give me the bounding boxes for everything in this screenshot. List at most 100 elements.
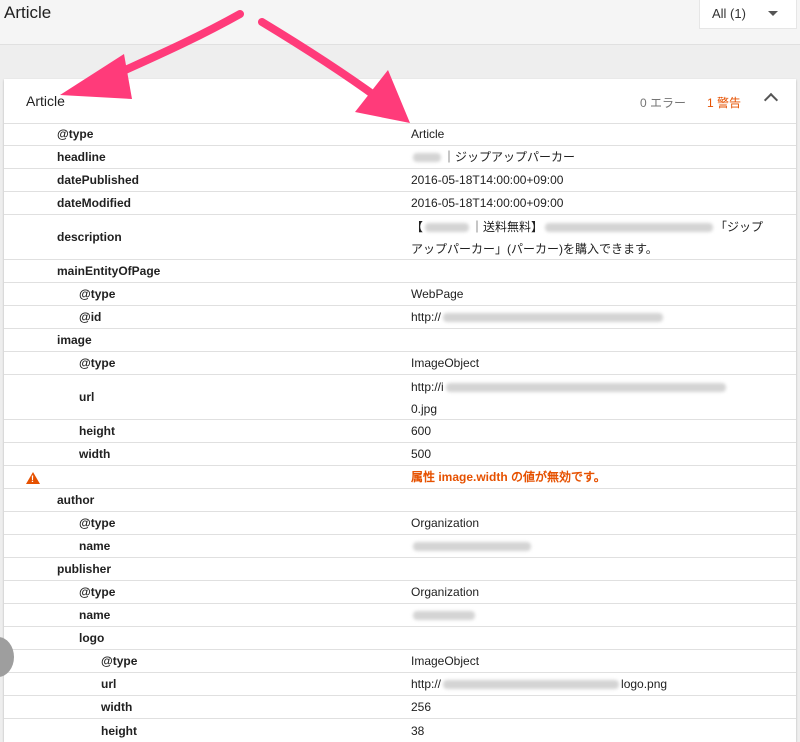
property-value	[411, 604, 783, 626]
property-value: http://i 0.jpg	[411, 375, 783, 419]
property-table: @type Article headline ｜ジップアップパーカー dateP…	[4, 123, 796, 742]
table-row: headline ｜ジップアップパーカー	[4, 146, 796, 169]
url-prefix: http://	[411, 677, 442, 691]
redacted-text	[443, 679, 620, 689]
property-value: 2016-05-18T14:00:00+09:00	[411, 173, 564, 187]
warning-message: 属性 image.width の値が無効です。	[411, 470, 606, 484]
table-row: height 38	[4, 719, 796, 742]
property-key: image	[57, 333, 92, 347]
table-row: @type ImageObject	[4, 650, 796, 673]
property-value	[411, 627, 783, 649]
chevron-down-icon	[768, 11, 778, 16]
property-value: ImageObject	[411, 356, 480, 370]
table-row: width 500	[4, 443, 796, 466]
property-value	[411, 535, 783, 557]
property-key: @type	[79, 356, 116, 370]
property-value: 【 ｜送料無料】 「ジップ アップパーカー」(パーカー)を購入できます。	[411, 215, 783, 259]
filter-dropdown[interactable]: All (1)	[699, 0, 797, 29]
property-key: publisher	[57, 562, 112, 576]
property-key: @type	[57, 127, 94, 141]
top-bar: Article All (1)	[0, 0, 800, 45]
property-value: ｜ジップアップパーカー	[411, 146, 783, 168]
property-value: 38	[411, 723, 425, 738]
property-key: height	[101, 723, 137, 738]
table-row: author	[4, 489, 796, 512]
url-prefix: http://i	[411, 380, 444, 394]
property-value	[411, 329, 783, 351]
property-key: datePublished	[57, 173, 140, 187]
property-key: height	[79, 424, 115, 438]
table-row: mainEntityOfPage	[4, 260, 796, 283]
error-count: 0 エラー	[640, 96, 687, 110]
warning-count: 1 警告	[707, 96, 742, 110]
table-row: image	[4, 329, 796, 352]
property-key: author	[57, 493, 95, 507]
property-value: 600	[411, 424, 432, 438]
table-row: width 256	[4, 696, 796, 719]
property-key: width	[79, 447, 111, 461]
chevron-up-icon[interactable]	[763, 92, 779, 108]
property-value: 256	[411, 700, 432, 714]
page-title: Article	[4, 3, 52, 22]
warning-icon: !	[26, 472, 40, 484]
property-value: Organization	[411, 516, 480, 530]
property-value: 500	[411, 447, 432, 461]
table-row: url http://i 0.jpg	[4, 375, 796, 420]
filter-label: All (1)	[712, 6, 746, 21]
table-row: @id http://	[4, 306, 796, 329]
property-value	[411, 260, 783, 282]
redacted-text	[413, 152, 441, 162]
desc-part: 【	[411, 220, 424, 234]
table-row: datePublished 2016-05-18T14:00:00+09:00	[4, 169, 796, 192]
property-key: mainEntityOfPage	[57, 264, 161, 278]
redacted-text	[445, 383, 726, 393]
property-key: @type	[79, 287, 116, 301]
redacted-text	[413, 541, 531, 551]
card-header[interactable]: Article 0 エラー 1 警告	[4, 79, 796, 124]
result-card: Article 0 エラー 1 警告 @type Article headlin…	[4, 79, 796, 742]
redacted-text	[413, 610, 475, 620]
url-prefix: http://	[411, 310, 442, 324]
property-key: name	[79, 539, 111, 553]
property-key: dateModified	[57, 196, 131, 210]
table-row: @type WebPage	[4, 283, 796, 306]
property-key: headline	[57, 150, 106, 164]
redacted-text	[443, 312, 664, 322]
property-value: WebPage	[411, 287, 464, 301]
redacted-text	[545, 223, 714, 233]
desc-part: アップパーカー」(パーカー)を購入できます。	[411, 242, 658, 256]
table-row: description 【 ｜送料無料】 「ジップ アップパーカー」(パーカー)を購…	[4, 215, 796, 260]
property-value: 2016-05-18T14:00:00+09:00	[411, 196, 564, 210]
property-value	[411, 558, 783, 580]
card-title: Article	[26, 93, 65, 109]
property-key: width	[101, 700, 133, 714]
property-key: description	[57, 230, 122, 244]
table-row: @type Organization	[4, 581, 796, 604]
table-row: url http:// logo.png	[4, 673, 796, 696]
desc-part: 「ジップ	[715, 220, 764, 234]
property-value: http://	[411, 306, 783, 328]
property-key: name	[79, 608, 111, 622]
property-value	[411, 489, 783, 511]
property-value: Article	[411, 127, 445, 141]
table-row: @type ImageObject	[4, 352, 796, 375]
table-row: name	[4, 604, 796, 627]
property-key: @id	[79, 310, 102, 324]
table-row: dateModified 2016-05-18T14:00:00+09:00	[4, 192, 796, 215]
headline-text: ｜ジップアップパーカー	[443, 150, 576, 164]
property-key: url	[79, 390, 95, 404]
property-key: url	[101, 677, 117, 691]
property-value: ImageObject	[411, 654, 480, 668]
redacted-text	[425, 223, 470, 233]
table-row: @type Article	[4, 123, 796, 146]
table-row: height 600	[4, 420, 796, 443]
property-value: http:// logo.png	[411, 673, 783, 695]
property-value: Organization	[411, 585, 480, 599]
property-key: @type	[79, 516, 116, 530]
table-row: @type Organization	[4, 512, 796, 535]
url-suffix: logo.png	[621, 677, 668, 691]
table-row: publisher	[4, 558, 796, 581]
warning-row: ! 属性 image.width の値が無効です。	[4, 466, 796, 489]
property-key: logo	[79, 631, 105, 645]
property-key: @type	[101, 654, 138, 668]
